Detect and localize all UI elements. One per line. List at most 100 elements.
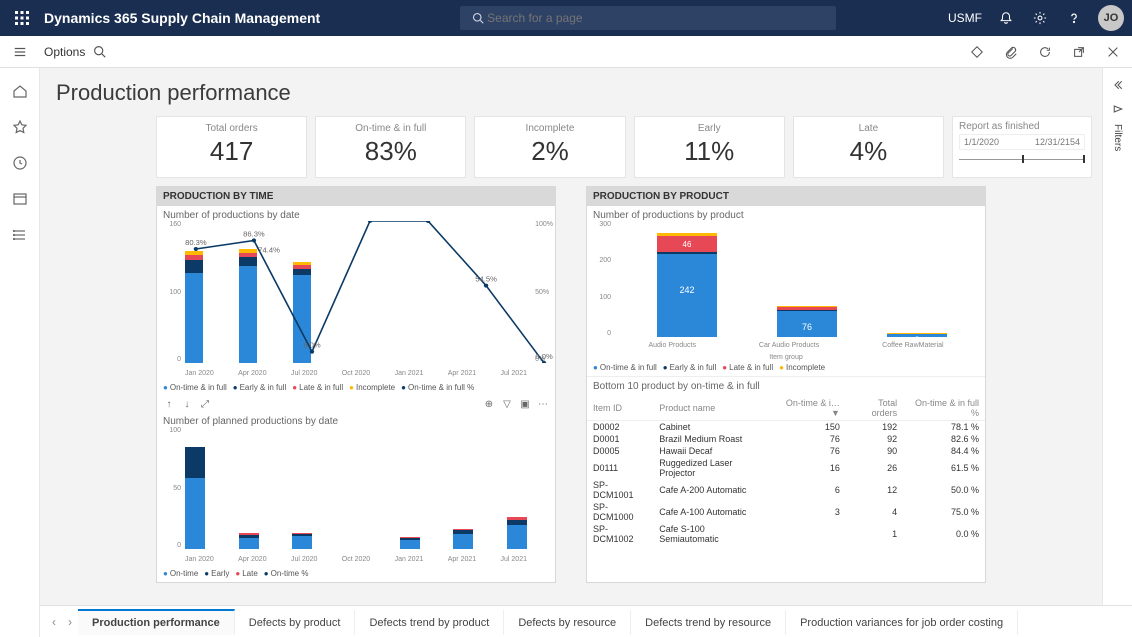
- main-content: Production performance Total orders 417 O…: [40, 68, 1132, 605]
- kpi-label: On-time & in full: [320, 123, 461, 134]
- top-navbar: Dynamics 365 Supply Chain Management USM…: [0, 0, 1132, 36]
- kpi-late[interactable]: Late 4%: [793, 116, 944, 178]
- attach-icon[interactable]: [1000, 41, 1022, 63]
- legend-item[interactable]: Late: [235, 569, 257, 578]
- close-icon[interactable]: [1102, 41, 1124, 63]
- kpi-ontime-full[interactable]: On-time & in full 83%: [315, 116, 466, 178]
- table-row[interactable]: D0111Ruggedized Laser Projector162661.5 …: [587, 457, 985, 479]
- table-row[interactable]: D0002Cabinet15019278.1 %: [587, 421, 985, 434]
- panel-production-by-product: PRODUCTION BY PRODUCT Number of producti…: [586, 186, 986, 583]
- svg-text:74.4%: 74.4%: [258, 246, 280, 255]
- panel-production-by-time: PRODUCTION BY TIME Number of productions…: [156, 186, 556, 583]
- kpi-label: Total orders: [161, 123, 302, 134]
- chart-title: Number of planned productions by date: [157, 412, 555, 427]
- kpi-early[interactable]: Early11%: [634, 116, 785, 178]
- options-menu[interactable]: Options: [40, 41, 89, 63]
- table-row[interactable]: D0001Brazil Medium Roast769282.6 %: [587, 433, 985, 445]
- refresh-icon[interactable]: [1034, 41, 1056, 63]
- chart-planned-productions[interactable]: 100500 Jan 2020Apr 2020Jul 2020Oct 2020J…: [157, 427, 555, 567]
- legend-item[interactable]: Incomplete: [779, 363, 825, 372]
- kpi-value: 83%: [320, 136, 461, 167]
- star-icon[interactable]: [11, 118, 29, 136]
- recent-icon[interactable]: [11, 154, 29, 172]
- company-code[interactable]: USMF: [948, 11, 982, 25]
- top-right-icons: USMF JO: [948, 5, 1124, 31]
- chart-productions-by-date[interactable]: 1601000 100%50%0% 80.3%86.3%8.0%100.0%10…: [157, 221, 555, 381]
- report-tabs: ‹ › Production performanceDefects by pro…: [40, 605, 1132, 637]
- action-search-icon[interactable]: [89, 41, 110, 62]
- hamburger-icon[interactable]: [8, 45, 32, 59]
- chart-title: Number of productions by product: [587, 206, 985, 221]
- date-from: 1/1/2020: [964, 137, 999, 147]
- legend-item[interactable]: On-time: [163, 569, 198, 578]
- legend-item[interactable]: On-time & in full: [593, 363, 657, 372]
- drill-up-icon[interactable]: ↑: [163, 398, 175, 410]
- legend-item[interactable]: Early & in full: [233, 383, 287, 392]
- svg-text:8.0%: 8.0%: [303, 341, 321, 350]
- diamond-icon[interactable]: [966, 41, 988, 63]
- tab-defects-trend-by-product[interactable]: Defects trend by product: [355, 609, 504, 635]
- date-to: 12/31/2154: [1035, 137, 1080, 147]
- kpi-label: Late: [798, 123, 939, 134]
- tab-production-performance[interactable]: Production performance: [78, 609, 235, 635]
- svg-text:54.5%: 54.5%: [475, 275, 497, 284]
- options-label: Options: [44, 45, 85, 59]
- search-container[interactable]: [460, 6, 836, 30]
- filter-icon[interactable]: ▽: [501, 398, 513, 410]
- svg-text:0.0%: 0.0%: [535, 352, 553, 361]
- kpi-value: 4%: [798, 136, 939, 167]
- popout-icon[interactable]: [1068, 41, 1090, 63]
- workspace-icon[interactable]: [11, 190, 29, 208]
- date-slider[interactable]: [959, 154, 1085, 164]
- expand-icon[interactable]: ⤢: [199, 398, 211, 410]
- kpi-value: 2%: [479, 136, 620, 167]
- kpi-row: Total orders 417 On-time & in full 83% Inc…: [156, 116, 1092, 178]
- bell-icon[interactable]: [996, 8, 1016, 28]
- tab-defects-trend-by-resource[interactable]: Defects trend by resource: [631, 609, 786, 635]
- table-row[interactable]: SP-DCM1000Cafe A-100 Automatic3475.0 %: [587, 501, 985, 523]
- app-title: Dynamics 365 Supply Chain Management: [44, 10, 320, 26]
- legend-item[interactable]: Early & in full: [663, 363, 717, 372]
- kpi-report-finished[interactable]: Report as finished 1/1/2020 12/31/2154: [952, 116, 1092, 178]
- legend-item[interactable]: On-time %: [264, 569, 309, 578]
- waffle-icon[interactable]: [8, 4, 36, 32]
- drill-down-icon[interactable]: ↓: [181, 398, 193, 410]
- focus-icon[interactable]: ▣: [519, 398, 531, 410]
- tab-production-variances-for-job-order-costing[interactable]: Production variances for job order costi…: [786, 609, 1018, 635]
- kpi-label: Incomplete: [479, 123, 620, 134]
- modules-icon[interactable]: [11, 226, 29, 244]
- more-icon[interactable]: ⋯: [537, 398, 549, 410]
- tabs-scroll-left[interactable]: ‹: [46, 615, 62, 629]
- gear-icon[interactable]: [1030, 8, 1050, 28]
- x-axis-label: Item group: [587, 354, 985, 361]
- tab-defects-by-product[interactable]: Defects by product: [235, 609, 356, 635]
- kpi-value: 417: [161, 136, 302, 167]
- kpi-incomplete[interactable]: Incomplete 2%: [474, 116, 625, 178]
- kpi-total-orders[interactable]: Total orders 417: [156, 116, 307, 178]
- kpi-label: Early: [639, 123, 780, 134]
- search-input[interactable]: [487, 11, 828, 25]
- action-bar: Options: [0, 36, 1132, 68]
- infer-icon[interactable]: ⊕: [483, 398, 495, 410]
- svg-text:80.3%: 80.3%: [185, 238, 207, 247]
- legend-item[interactable]: Late & in full: [292, 383, 343, 392]
- panel-header: PRODUCTION BY PRODUCT: [587, 187, 985, 206]
- kpi-label: Report as finished: [959, 121, 1085, 132]
- bottom-table[interactable]: Item IDProduct nameOn-time & i… ▼Total o…: [587, 396, 985, 545]
- help-icon[interactable]: [1064, 8, 1084, 28]
- legend-item[interactable]: Late & in full: [722, 363, 773, 372]
- tabs-scroll-right[interactable]: ›: [62, 615, 78, 629]
- table-row[interactable]: SP-DCM1002Cafe S-100 Semiautomatic10.0 %: [587, 523, 985, 545]
- tab-defects-by-resource[interactable]: Defects by resource: [504, 609, 631, 635]
- chart-productions-by-product[interactable]: 3002001000 24246768 Audio ProductsCar Au…: [587, 221, 985, 361]
- legend-item[interactable]: Incomplete: [349, 383, 395, 392]
- table-title: Bottom 10 product by on-time & in full: [587, 376, 985, 396]
- home-icon[interactable]: [11, 82, 29, 100]
- legend-item[interactable]: Early: [204, 569, 229, 578]
- table-row[interactable]: SP-DCM1001Cafe A-200 Automatic61250.0 %: [587, 479, 985, 501]
- page-title: Production performance: [56, 80, 1092, 106]
- legend-item[interactable]: On-time & in full: [163, 383, 227, 392]
- avatar[interactable]: JO: [1098, 5, 1124, 31]
- table-row[interactable]: D0005Hawaii Decaf769084.4 %: [587, 445, 985, 457]
- legend-item[interactable]: On-time & in full %: [401, 383, 474, 392]
